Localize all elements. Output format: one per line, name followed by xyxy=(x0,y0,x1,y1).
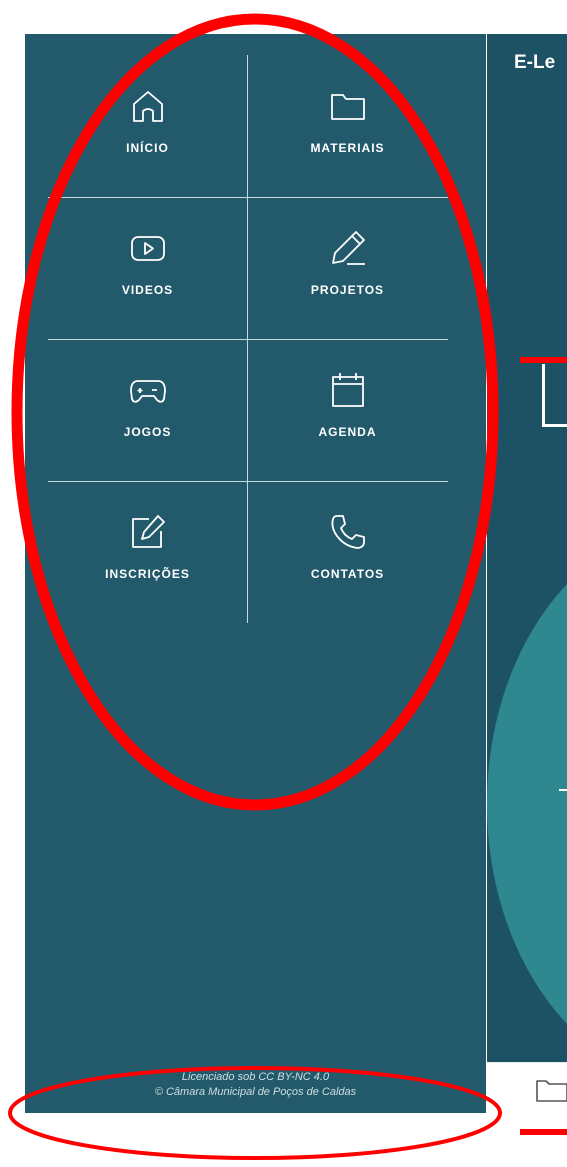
menu-item-projetos[interactable]: PROJETOS xyxy=(248,197,447,339)
menu-item-label: PROJETOS xyxy=(310,283,385,297)
hero-dash xyxy=(559,789,567,791)
menu-item-materiais[interactable]: MATERIAIS xyxy=(248,55,447,197)
license-text: Licenciado sob CC BY-NC 4.0 xyxy=(181,1071,330,1083)
gamepad-icon xyxy=(127,369,169,411)
edit-icon xyxy=(127,511,169,553)
menu-item-jogos[interactable]: JOGOS xyxy=(48,339,247,481)
main-content: E-Le xyxy=(487,34,567,1062)
folder-icon xyxy=(327,85,369,127)
menu-item-label: JOGOS xyxy=(123,425,172,439)
menu-item-inscricoes[interactable]: INSCRIÇÕES xyxy=(48,481,247,623)
hero-shape xyxy=(487,524,567,1062)
menu-item-label: INSCRIÇÕES xyxy=(105,567,190,581)
home-icon xyxy=(127,85,169,127)
sidebar-footer: Licenciado sob CC BY-NC 4.0 © Câmara Mun… xyxy=(25,1070,486,1100)
menu-item-label: MATERIAIS xyxy=(310,141,385,155)
sidebar-menu: INÍCIO MATERIAIS VIDEOS PROJETOS JOGOS A… xyxy=(25,34,486,1113)
calendar-icon xyxy=(327,369,369,411)
copyright-text: © Câmara Municipal de Poços de Caldas xyxy=(154,1086,357,1098)
menu-item-agenda[interactable]: AGENDA xyxy=(248,339,447,481)
menu-item-videos[interactable]: VIDEOS xyxy=(48,197,247,339)
phone-icon xyxy=(327,511,369,553)
hero-glyph xyxy=(542,364,567,427)
menu-item-contatos[interactable]: CONTATOS xyxy=(248,481,447,623)
pencil-icon xyxy=(327,227,369,269)
folder-icon[interactable] xyxy=(535,1077,567,1103)
play-icon xyxy=(127,227,169,269)
menu-item-label: INÍCIO xyxy=(126,141,169,155)
bottom-bar xyxy=(487,1062,567,1114)
menu-item-label: AGENDA xyxy=(318,425,377,439)
main-title: E-Le xyxy=(514,52,556,73)
menu-grid: INÍCIO MATERIAIS VIDEOS PROJETOS JOGOS A… xyxy=(48,55,448,623)
menu-item-label: CONTATOS xyxy=(310,567,385,581)
menu-item-label: VIDEOS xyxy=(121,283,174,297)
menu-item-inicio[interactable]: INÍCIO xyxy=(48,55,247,197)
